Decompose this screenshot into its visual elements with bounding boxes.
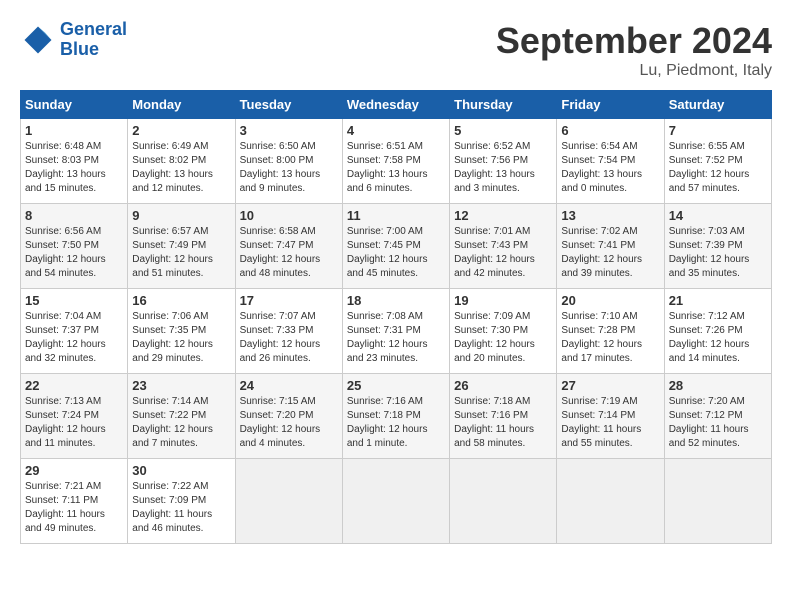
table-row: [342, 459, 449, 544]
table-row: 14Sunrise: 7:03 AMSunset: 7:39 PMDayligh…: [664, 204, 771, 289]
col-monday: Monday: [128, 91, 235, 119]
page-header: General Blue September 2024 Lu, Piedmont…: [20, 20, 772, 80]
table-row: 10Sunrise: 6:58 AMSunset: 7:47 PMDayligh…: [235, 204, 342, 289]
month-title: September 2024: [496, 20, 772, 62]
table-row: [450, 459, 557, 544]
table-row: 5Sunrise: 6:52 AMSunset: 7:56 PMDaylight…: [450, 119, 557, 204]
table-row: 12Sunrise: 7:01 AMSunset: 7:43 PMDayligh…: [450, 204, 557, 289]
calendar-table: Sunday Monday Tuesday Wednesday Thursday…: [20, 90, 772, 544]
table-row: 11Sunrise: 7:00 AMSunset: 7:45 PMDayligh…: [342, 204, 449, 289]
logo-icon: [20, 22, 56, 58]
week-row-1: 8Sunrise: 6:56 AMSunset: 7:50 PMDaylight…: [21, 204, 772, 289]
table-row: 13Sunrise: 7:02 AMSunset: 7:41 PMDayligh…: [557, 204, 664, 289]
table-row: 2Sunrise: 6:49 AMSunset: 8:02 PMDaylight…: [128, 119, 235, 204]
table-row: [235, 459, 342, 544]
table-row: 23Sunrise: 7:14 AMSunset: 7:22 PMDayligh…: [128, 374, 235, 459]
col-saturday: Saturday: [664, 91, 771, 119]
col-sunday: Sunday: [21, 91, 128, 119]
table-row: [664, 459, 771, 544]
table-row: 27Sunrise: 7:19 AMSunset: 7:14 PMDayligh…: [557, 374, 664, 459]
table-row: 24Sunrise: 7:15 AMSunset: 7:20 PMDayligh…: [235, 374, 342, 459]
table-row: 26Sunrise: 7:18 AMSunset: 7:16 PMDayligh…: [450, 374, 557, 459]
col-tuesday: Tuesday: [235, 91, 342, 119]
col-friday: Friday: [557, 91, 664, 119]
table-row: 17Sunrise: 7:07 AMSunset: 7:33 PMDayligh…: [235, 289, 342, 374]
table-row: 20Sunrise: 7:10 AMSunset: 7:28 PMDayligh…: [557, 289, 664, 374]
week-row-2: 15Sunrise: 7:04 AMSunset: 7:37 PMDayligh…: [21, 289, 772, 374]
week-row-4: 29Sunrise: 7:21 AMSunset: 7:11 PMDayligh…: [21, 459, 772, 544]
table-row: 6Sunrise: 6:54 AMSunset: 7:54 PMDaylight…: [557, 119, 664, 204]
table-row: 21Sunrise: 7:12 AMSunset: 7:26 PMDayligh…: [664, 289, 771, 374]
title-block: September 2024 Lu, Piedmont, Italy: [496, 20, 772, 80]
table-row: 30Sunrise: 7:22 AMSunset: 7:09 PMDayligh…: [128, 459, 235, 544]
table-row: 9Sunrise: 6:57 AMSunset: 7:49 PMDaylight…: [128, 204, 235, 289]
logo-line2: Blue: [60, 39, 99, 59]
table-row: 28Sunrise: 7:20 AMSunset: 7:12 PMDayligh…: [664, 374, 771, 459]
week-row-0: 1Sunrise: 6:48 AMSunset: 8:03 PMDaylight…: [21, 119, 772, 204]
table-row: 1Sunrise: 6:48 AMSunset: 8:03 PMDaylight…: [21, 119, 128, 204]
table-row: 4Sunrise: 6:51 AMSunset: 7:58 PMDaylight…: [342, 119, 449, 204]
logo: General Blue: [20, 20, 127, 60]
table-row: [557, 459, 664, 544]
location: Lu, Piedmont, Italy: [496, 62, 772, 80]
table-row: 8Sunrise: 6:56 AMSunset: 7:50 PMDaylight…: [21, 204, 128, 289]
table-row: 16Sunrise: 7:06 AMSunset: 7:35 PMDayligh…: [128, 289, 235, 374]
table-row: 29Sunrise: 7:21 AMSunset: 7:11 PMDayligh…: [21, 459, 128, 544]
col-thursday: Thursday: [450, 91, 557, 119]
table-row: 19Sunrise: 7:09 AMSunset: 7:30 PMDayligh…: [450, 289, 557, 374]
logo-text: General Blue: [60, 20, 127, 60]
table-row: 15Sunrise: 7:04 AMSunset: 7:37 PMDayligh…: [21, 289, 128, 374]
week-row-3: 22Sunrise: 7:13 AMSunset: 7:24 PMDayligh…: [21, 374, 772, 459]
table-row: 3Sunrise: 6:50 AMSunset: 8:00 PMDaylight…: [235, 119, 342, 204]
table-row: 7Sunrise: 6:55 AMSunset: 7:52 PMDaylight…: [664, 119, 771, 204]
header-row: Sunday Monday Tuesday Wednesday Thursday…: [21, 91, 772, 119]
table-row: 18Sunrise: 7:08 AMSunset: 7:31 PMDayligh…: [342, 289, 449, 374]
table-row: 22Sunrise: 7:13 AMSunset: 7:24 PMDayligh…: [21, 374, 128, 459]
col-wednesday: Wednesday: [342, 91, 449, 119]
table-row: 25Sunrise: 7:16 AMSunset: 7:18 PMDayligh…: [342, 374, 449, 459]
logo-line1: General: [60, 19, 127, 39]
